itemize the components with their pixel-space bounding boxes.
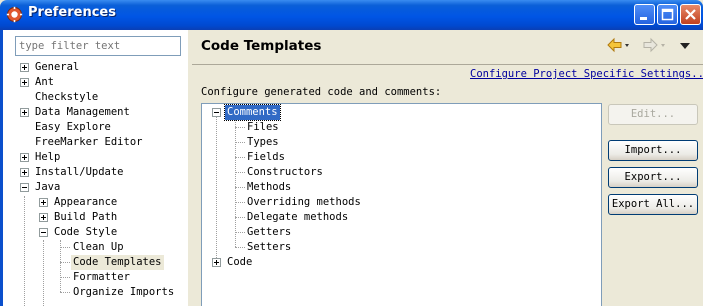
template-node-types[interactable]: Types (247, 135, 279, 150)
template-node-fields[interactable]: Fields (247, 150, 285, 165)
tree-guide-line (235, 142, 245, 143)
template-node-code[interactable]: Code (227, 255, 252, 270)
title-bar: Preferences (0, 0, 703, 30)
nav-item-install-update[interactable]: Install/Update (35, 165, 124, 180)
nav-item-appearance[interactable]: Appearance (54, 195, 117, 210)
edit-button[interactable]: Edit... (608, 104, 698, 125)
collapse-icon[interactable] (20, 183, 29, 192)
nav-item-organize-imports[interactable]: Organize Imports (73, 285, 174, 300)
template-node-setters[interactable]: Setters (247, 240, 291, 255)
back-arrow-icon[interactable] (606, 37, 630, 55)
tree-guide-line (43, 240, 44, 306)
nav-item-easy-explore[interactable]: Easy Explore (35, 120, 111, 135)
nav-item-help[interactable]: Help (35, 150, 60, 165)
tree-guide-line (235, 157, 245, 158)
filter-input[interactable] (15, 36, 181, 56)
nav-item-java[interactable]: Java (35, 180, 60, 195)
tree-guide-line (60, 262, 70, 263)
export-button[interactable]: Export... (608, 167, 698, 188)
nav-item-build-path[interactable]: Build Path (54, 210, 117, 225)
tree-guide-line (60, 247, 70, 248)
nav-item-general[interactable]: General (35, 60, 79, 75)
pane-splitter[interactable] (188, 30, 192, 306)
tree-guide-line (235, 232, 245, 233)
tree-guide-line (235, 202, 245, 203)
close-button[interactable] (680, 4, 701, 25)
eclipse-gear-icon (6, 6, 23, 23)
page-title: Code Templates (201, 38, 322, 54)
minimize-button[interactable] (634, 4, 655, 25)
template-node-files[interactable]: Files (247, 120, 279, 135)
tree-guide-line (235, 127, 245, 128)
tree-guide-line (216, 117, 217, 262)
nav-item-checkstyle[interactable]: Checkstyle (35, 90, 98, 105)
tree-guide-line (235, 120, 236, 247)
expand-icon[interactable] (20, 108, 29, 117)
expand-icon[interactable] (20, 168, 29, 177)
tree-guide-line (60, 240, 61, 292)
tree-guide-line (24, 196, 25, 306)
nav-item-ant[interactable]: Ant (35, 75, 54, 90)
minimize-icon (640, 17, 647, 20)
description-label: Configure generated code and comments: (201, 86, 442, 98)
nav-item-code-templates[interactable]: Code Templates (71, 255, 164, 270)
expand-icon[interactable] (39, 213, 48, 222)
nav-item-clean-up[interactable]: Clean Up (73, 240, 124, 255)
template-node-getters[interactable]: Getters (247, 225, 291, 240)
nav-item-code-style[interactable]: Code Style (54, 225, 117, 240)
header-separator (192, 64, 703, 65)
tree-guide-line (235, 247, 245, 248)
export-all-button[interactable]: Export All... (608, 194, 698, 215)
tree-guide-line (235, 217, 245, 218)
collapse-icon[interactable] (212, 108, 221, 117)
window-title: Preferences (28, 5, 116, 20)
close-icon (685, 9, 696, 20)
tree-guide-line (235, 187, 245, 188)
nav-item-freemarker-editor[interactable]: FreeMarker Editor (35, 135, 142, 150)
import-button[interactable]: Import... (608, 140, 698, 161)
nav-item-formatter[interactable]: Formatter (73, 270, 130, 285)
collapse-icon[interactable] (39, 228, 48, 237)
maximize-button[interactable] (657, 4, 678, 25)
template-node-methods[interactable]: Methods (247, 180, 291, 195)
tree-guide-line (60, 277, 70, 278)
tree-guide-line (60, 292, 70, 293)
nav-item-data-management[interactable]: Data Management (35, 105, 130, 120)
expand-icon[interactable] (20, 78, 29, 87)
template-node-overriding-methods[interactable]: Overriding methods (247, 195, 361, 210)
template-node-constructors[interactable]: Constructors (247, 165, 323, 180)
template-node-delegate-methods[interactable]: Delegate methods (247, 210, 348, 225)
configure-project-settings-link[interactable]: Configure Project Specific Settings... (470, 68, 703, 80)
template-node-comments[interactable]: Comments (224, 104, 281, 121)
forward-arrow-icon[interactable] (642, 37, 666, 55)
maximize-icon (661, 8, 674, 21)
view-menu-icon[interactable] (678, 40, 692, 52)
expand-icon[interactable] (20, 63, 29, 72)
expand-icon[interactable] (212, 258, 221, 267)
tree-guide-line (235, 172, 245, 173)
expand-icon[interactable] (20, 153, 29, 162)
expand-icon[interactable] (39, 198, 48, 207)
